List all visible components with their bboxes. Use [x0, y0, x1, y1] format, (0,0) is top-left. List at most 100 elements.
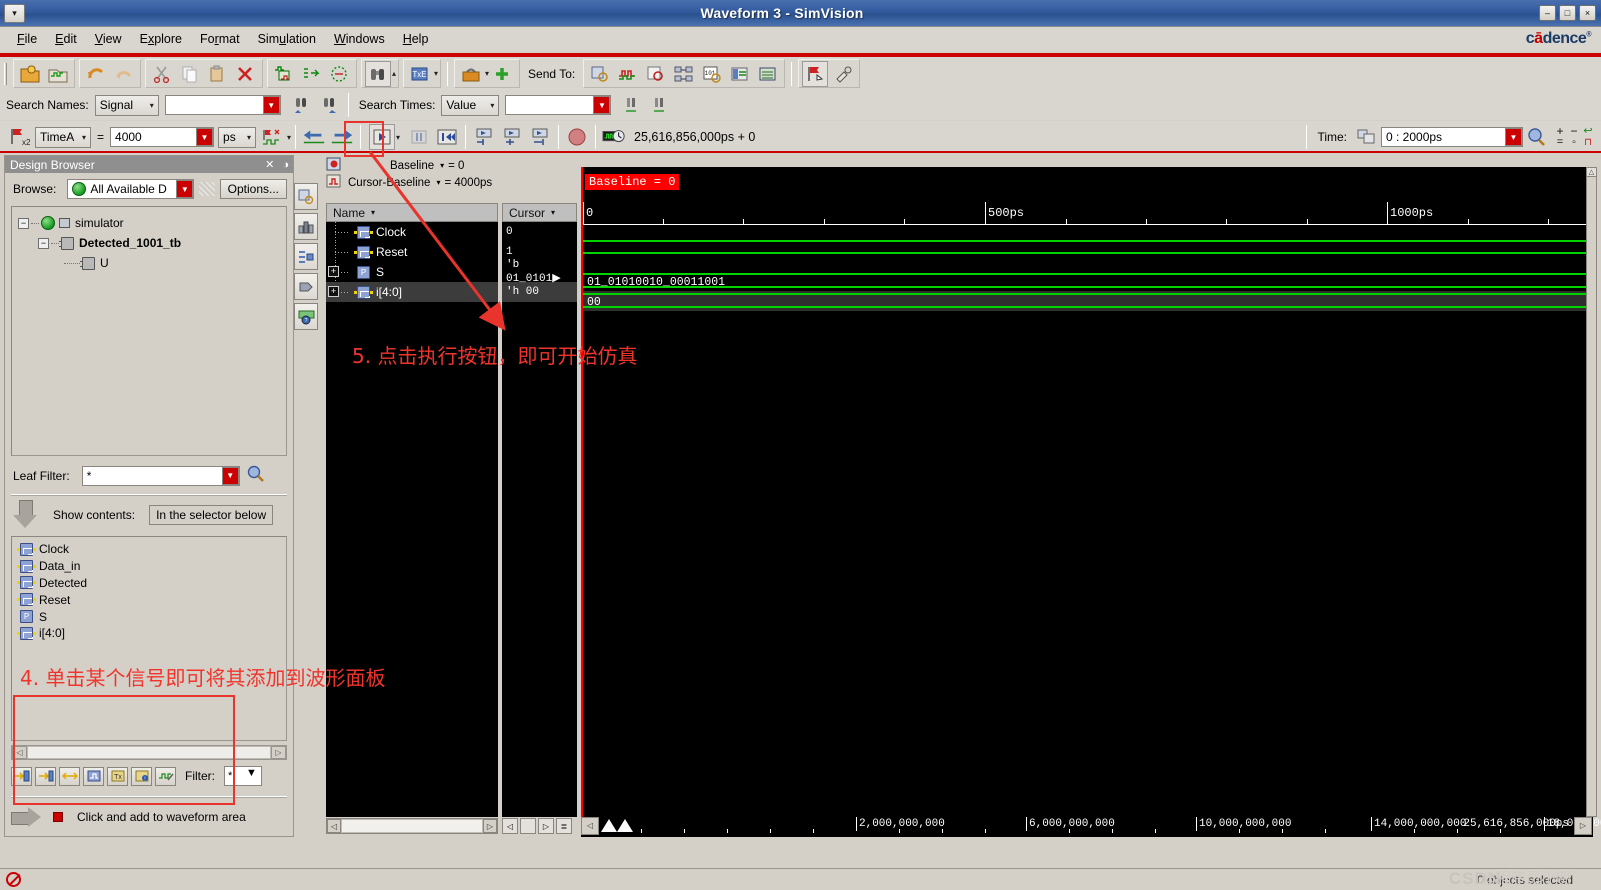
design-browser-tab-icon[interactable] — [294, 183, 318, 210]
chevron-down-icon[interactable]: ▾ — [551, 208, 555, 217]
cursor-unit-select[interactable]: ps ▾ — [218, 126, 257, 148]
window-menu-button[interactable]: ▾ — [4, 3, 25, 23]
time-range-icon[interactable] — [1354, 124, 1380, 150]
cut-icon[interactable] — [149, 61, 175, 87]
text-expression-icon[interactable]: TxE — [407, 61, 433, 87]
edit-waveform-icon[interactable] — [155, 766, 176, 786]
signal-name-list[interactable]: Clock Reset + P S + i[4:0] — [326, 222, 498, 817]
scroll-track[interactable] — [341, 819, 483, 833]
menu-explore[interactable]: Explore — [131, 30, 191, 48]
send-to-register-icon[interactable]: 101 — [699, 61, 725, 87]
minimize-button[interactable]: – — [1539, 5, 1556, 21]
overview-time-strip[interactable]: ◁ 2,000,000,000 6,000,000,000 10,000,000… — [581, 817, 1601, 837]
stop-icon[interactable] — [564, 124, 590, 150]
add-marker-icon[interactable] — [490, 61, 516, 87]
signal-list-hscrollbar[interactable]: ◁ ▷ — [11, 745, 287, 760]
time-range-input[interactable]: 0 : 2000ps ▼ — [1381, 127, 1523, 147]
send-to-next-icon[interactable] — [35, 766, 56, 786]
marker-x2-icon[interactable]: x2 — [6, 124, 32, 150]
copy-icon[interactable] — [177, 61, 203, 87]
filter-toggle-icon[interactable] — [199, 182, 215, 196]
expander-icon[interactable]: − — [38, 237, 49, 249]
scroll-right-icon[interactable]: ▷ — [271, 746, 286, 759]
waveform-lane-clock[interactable] — [581, 231, 1589, 251]
open-waveform-icon[interactable] — [45, 61, 71, 87]
send-to-waveform-icon[interactable] — [615, 61, 641, 87]
search-names-scope-select[interactable]: Signal ▾ — [94, 94, 159, 116]
list-item[interactable]: Data_in — [15, 558, 283, 575]
overview-scroll-right-icon[interactable]: ▷ — [1574, 817, 1592, 835]
cursor-time-dropdown-icon[interactable]: ▼ — [196, 128, 214, 146]
signals-tab-icon[interactable] — [294, 243, 318, 270]
scroll-right-icon[interactable]: ▷ — [538, 818, 554, 834]
list-item[interactable]: Reset — [15, 591, 283, 608]
undo-icon[interactable] — [83, 61, 109, 87]
cursor-time-input[interactable]: 4000 ▼ — [110, 127, 215, 147]
send-to-calculator-icon[interactable] — [755, 61, 781, 87]
menu-view[interactable]: View — [86, 30, 131, 48]
open-database-icon[interactable] — [17, 61, 43, 87]
ports-tab-icon[interactable] — [294, 273, 318, 300]
transaction-icon[interactable]: Tx — [107, 766, 128, 786]
design-hierarchy-tree[interactable]: − simulator − Detected_1001_tb U — [11, 206, 287, 456]
search-next-icon[interactable] — [317, 92, 343, 118]
scroll-thumb[interactable] — [520, 818, 536, 834]
cursor-column-header[interactable]: Cursor ▾ — [502, 203, 577, 222]
search-names-input[interactable]: ▼ — [164, 95, 281, 115]
menu-format[interactable]: Format — [191, 30, 249, 48]
step-out-icon[interactable] — [527, 124, 553, 150]
scroll-track[interactable] — [27, 746, 271, 759]
table-row[interactable]: + P S — [326, 262, 498, 282]
run-dropdown-caret-icon[interactable]: ▾ — [396, 133, 400, 142]
time-range-dropdown-icon[interactable]: ▼ — [1505, 128, 1522, 146]
filter-input[interactable]: * ▼ — [224, 766, 262, 786]
tree-node-u[interactable]: U — [16, 253, 282, 273]
restart-icon[interactable] — [434, 124, 460, 150]
expression-dropdown-caret-icon[interactable]: ▾ — [434, 69, 438, 78]
send-to-schematic-icon[interactable] — [671, 61, 697, 87]
create-group-icon[interactable] — [271, 61, 297, 87]
overview-range-handle[interactable] — [601, 819, 617, 832]
hierarchy-tab-icon[interactable] — [294, 213, 318, 240]
expander-icon[interactable]: − — [18, 217, 29, 229]
chevron-down-icon[interactable]: ▾ — [436, 178, 440, 187]
toolbox-dropdown-caret-icon[interactable]: ▾ — [485, 69, 489, 78]
browse-scope-select[interactable]: All Available D ▼ — [67, 179, 195, 199]
paste-icon[interactable] — [205, 61, 231, 87]
simulation-time-icon[interactable] — [601, 124, 627, 150]
zoom-cursor-icon[interactable]: ⊓ — [1581, 137, 1595, 148]
menu-edit[interactable]: Edit — [46, 30, 86, 48]
time-ruler[interactable]: 0 500ps 1000ps 1500ps — [581, 197, 1589, 225]
scroll-right-icon[interactable]: ▷ — [483, 819, 497, 833]
zoom-undo-icon[interactable]: ↩ — [1581, 126, 1595, 137]
scroll-up-icon[interactable]: △ — [1587, 168, 1596, 177]
overview-scroll-left-icon[interactable]: ◁ — [581, 817, 599, 835]
tree-node-simulator[interactable]: − simulator — [16, 213, 282, 233]
cursor-name-select[interactable]: TimeA ▾ — [35, 126, 91, 148]
close-button[interactable]: × — [1579, 5, 1596, 21]
cursor-line[interactable] — [581, 167, 583, 817]
waveform-lane-i[interactable]: 00 — [581, 291, 1589, 311]
waveform-canvas[interactable]: Baseline = 0 0 500ps 1000ps 01_01010010_… — [581, 167, 1589, 817]
step-into-icon[interactable] — [471, 124, 497, 150]
waveform-lane-reset[interactable] — [581, 251, 1589, 271]
maximize-button[interactable]: □ — [1559, 5, 1576, 21]
waveform-lane-s[interactable]: 01_01010010_00011001 — [581, 271, 1589, 291]
list-item[interactable]: P S — [15, 608, 283, 625]
table-row[interactable]: Clock — [326, 222, 498, 242]
send-to-source-browser-icon[interactable] — [643, 61, 669, 87]
send-to-waveform-icon[interactable] — [11, 766, 32, 786]
redo-icon[interactable] — [111, 61, 137, 87]
baseline-icon[interactable] — [326, 157, 342, 175]
search-binoculars-icon[interactable] — [365, 60, 391, 87]
menu-simulation[interactable]: Simulation — [249, 30, 325, 48]
step-over-icon[interactable] — [499, 124, 525, 150]
chevron-down-icon[interactable]: ▾ — [440, 161, 444, 170]
leaf-filter-input[interactable]: * ▼ — [81, 465, 240, 486]
search-dropdown-caret-icon[interactable]: ▴ — [392, 69, 396, 78]
search-times-dropdown-icon[interactable]: ▼ — [593, 96, 611, 114]
signal-selector-list[interactable]: Clock Data_in Detected Reset P S i[4:0] — [11, 536, 287, 741]
zoom-icon[interactable] — [1524, 124, 1550, 150]
delete-icon[interactable] — [233, 61, 259, 87]
search-time-next-icon[interactable] — [647, 92, 673, 118]
